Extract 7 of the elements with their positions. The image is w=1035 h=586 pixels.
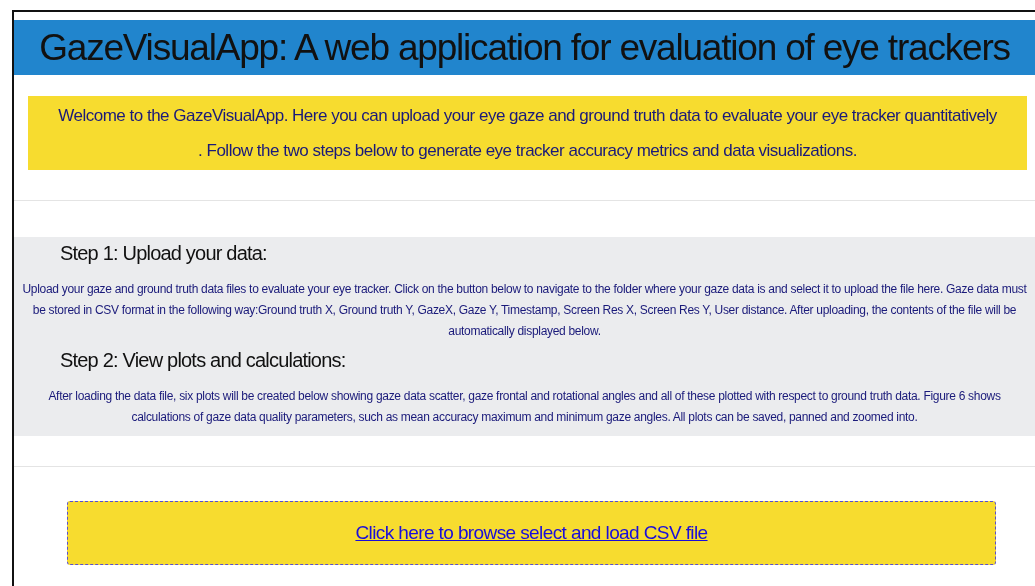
step-description: After loading the data file, six plots will be created below showing gaze data scatter, gaze frontal and rotational angles and all of these plotted with respect to ground truth data. Figure 6 shows calculations of gaze data quality parameters, such as mean accuracy maximum and minimum gaze angles. All plots can be saved, panned and zoomed into. — [47, 388, 1002, 426]
step-description: Upload your gaze and ground truth data files to evaluate your eye tracker. Click on the button below to navigate to the folder where your gaze data is and select it to upload the file here. Gaze data must be stored in CSV format in the following way:Ground truth X, Ground truth Y, GazeX, Gaze Y, Timestamp, Screen Res X, Screen Res Y, User distance. After uploading, the contents of the file will be automatically displayed below. — [22, 281, 1027, 340]
step-heading: Step 2: View plots and calculations: — [60, 348, 347, 373]
step-heading: Step 1: Upload your data: — [60, 241, 268, 266]
page-title: GazeVisualApp: A web application for evaluation of eye trackers — [14, 20, 1035, 75]
upload-link[interactable]: Click here to browse select and load CSV file — [355, 522, 708, 544]
welcome-message: Welcome to the GazeVisualApp. Here you can upload your eye gaze and ground truth data to evaluate your eye tracker quantitatively . Follow the two steps below to generate eye tracker accuracy metrics and data visualizations. — [28, 96, 1027, 170]
